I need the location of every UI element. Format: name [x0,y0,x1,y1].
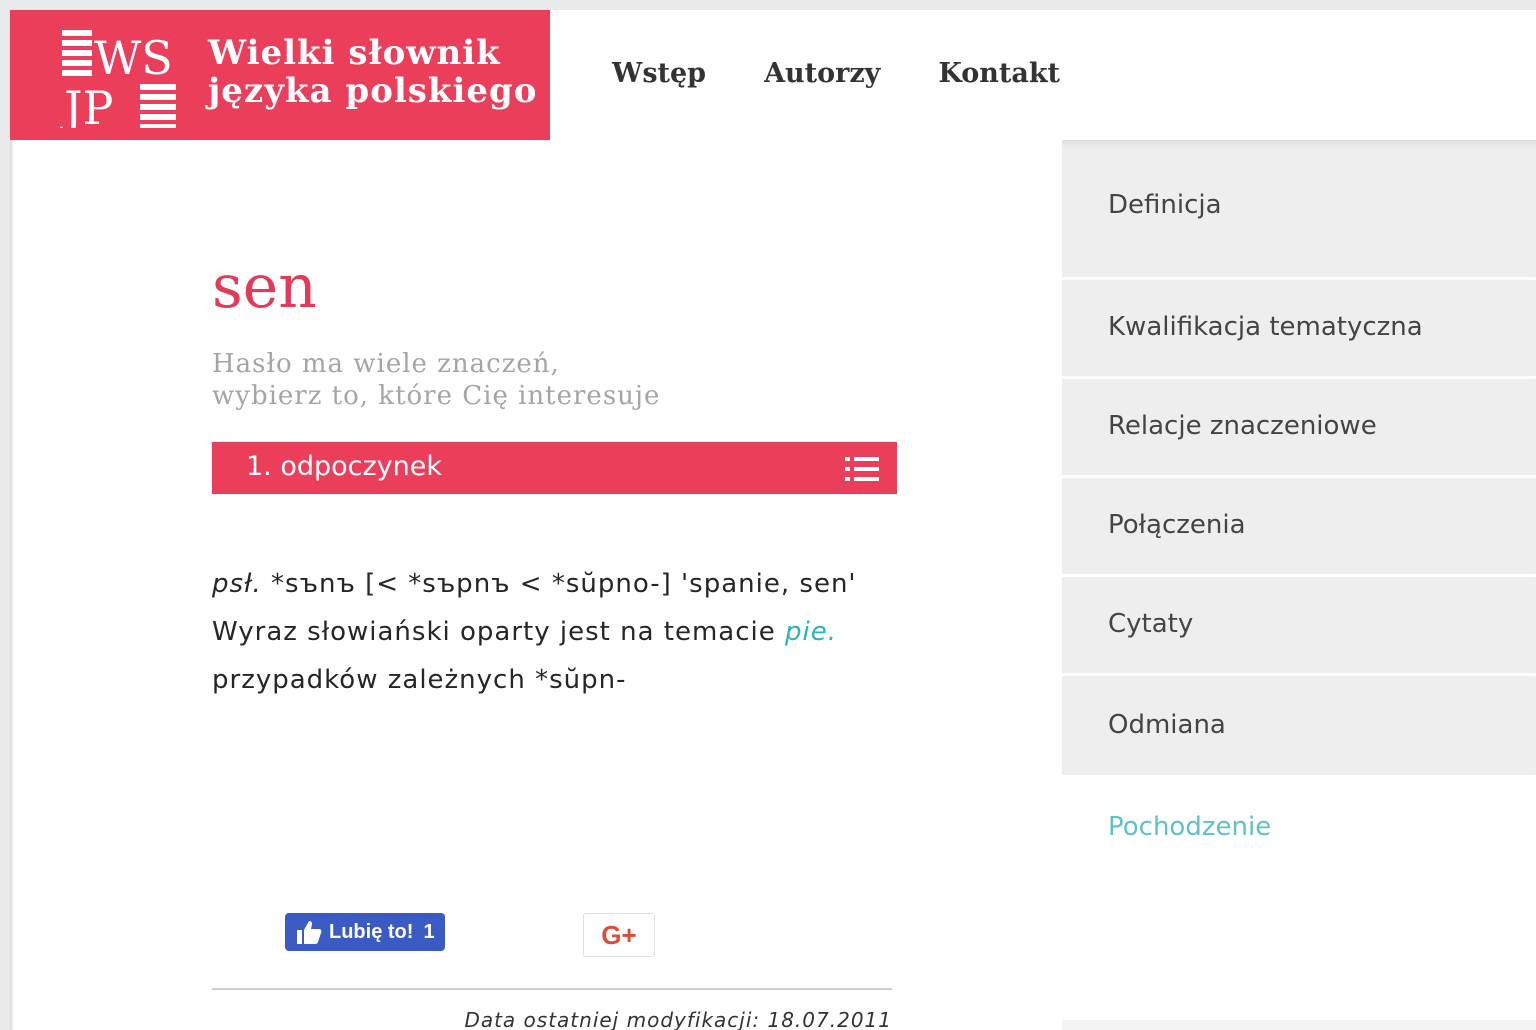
site-title: Wielki słownik języka polskiego [208,34,538,110]
sidebar-item-pochodzenie[interactable]: Pochodzenie [1108,812,1271,842]
google-plus-button[interactable]: G+ [583,913,655,957]
wsjp-logo: WS JP [60,30,176,128]
sidebar-bottom-strip [1062,1020,1536,1030]
site-title-line1: Wielki słownik [208,33,501,73]
abbreviation-psl: psł. [212,569,262,599]
nav-kontakt[interactable]: Kontakt [938,58,1060,89]
meaning-selector[interactable]: 1. odpoczynek [212,442,897,494]
etymology-line-1-text: *sъnъ [< *sъpnъ < *sŭpno-] 'spanie, sen' [261,569,857,599]
meaning-hint-line2: wybierz to, które Cię interesuje [212,381,661,411]
facebook-like-label: Lubię to! [329,920,414,943]
etymology-line-1: psł. *sъnъ [< *sъpnъ < *sŭpno-] 'spanie,… [212,560,902,608]
footer-divider [212,988,892,990]
sidebar-item-cytaty[interactable]: Cytaty [1062,577,1536,676]
sidebar-item-definicja[interactable]: Definicja [1062,140,1536,280]
top-nav: Wstęp Autorzy Kontakt [612,58,1060,89]
google-plus-icon: G+ [601,919,637,950]
header: WS JP Wielki słownik języka polskiego Ws… [10,10,1536,140]
svg-text:WS: WS [94,31,173,85]
etymology-line-2: Wyraz słowiański oparty jest na temacie … [212,608,902,656]
headword: sen [212,252,317,322]
facebook-like-count: 1 [423,920,435,943]
meaning-hint-line1: Hasło ma wiele znaczeń, [212,349,560,379]
sidebar-item-label: Relacje znaczeniowe [1108,411,1377,441]
svg-text:JP: JP [60,81,113,128]
etymology-text: psł. *sъnъ [< *sъpnъ < *sŭpno-] 'spanie,… [212,560,902,704]
last-modified: Data ostatniej modyfikacji: 18.07.2011 [464,1008,892,1030]
etymology-line-3-text: przypadków zależnych *sŭpn- [212,665,627,695]
list-icon[interactable] [845,456,879,482]
page: WS JP Wielki słownik języka polskiego Ws… [10,10,1536,1030]
sidebar-item-relacje[interactable]: Relacje znaczeniowe [1062,379,1536,478]
etymology-line-3: przypadków zależnych *sŭpn- [212,656,902,704]
nav-autorzy[interactable]: Autorzy [764,58,880,89]
brand-banner[interactable]: WS JP Wielki słownik języka polskiego [10,10,550,140]
sidebar-sections: Definicja Kwalifikacja tematyczna Relacj… [1062,140,1536,775]
left-edge-shadow [10,140,14,1030]
sidebar-item-label: Połączenia [1108,510,1246,540]
sidebar-item-polaczenia[interactable]: Połączenia [1062,478,1536,577]
etymology-line-2-text: Wyraz słowiański oparty jest na temacie [212,617,786,647]
meaning-hint: Hasło ma wiele znaczeń, wybierz to, któr… [212,348,660,412]
sidebar-item-label: Odmiana [1108,710,1226,740]
sidebar-item-label: Kwalifikacja tematyczna [1108,312,1423,342]
facebook-like-button[interactable]: Lubię to! 1 [285,913,445,951]
site-title-line2: języka polskiego [208,71,538,111]
sidebar-item-label: Cytaty [1108,609,1194,639]
etymology-link-pie[interactable]: pie. [785,617,837,647]
sidebar-item-odmiana[interactable]: Odmiana [1062,676,1536,775]
sidebar-item-label: Definicja [1108,190,1222,220]
thumbs-up-icon [297,921,322,944]
nav-wstep[interactable]: Wstęp [612,58,706,89]
sidebar-item-kwalifikacja[interactable]: Kwalifikacja tematyczna [1062,280,1536,379]
meaning-selector-label: 1. odpoczynek [246,451,443,482]
section-sidebar: Definicja Kwalifikacja tematyczna Relacj… [1062,140,1536,1030]
